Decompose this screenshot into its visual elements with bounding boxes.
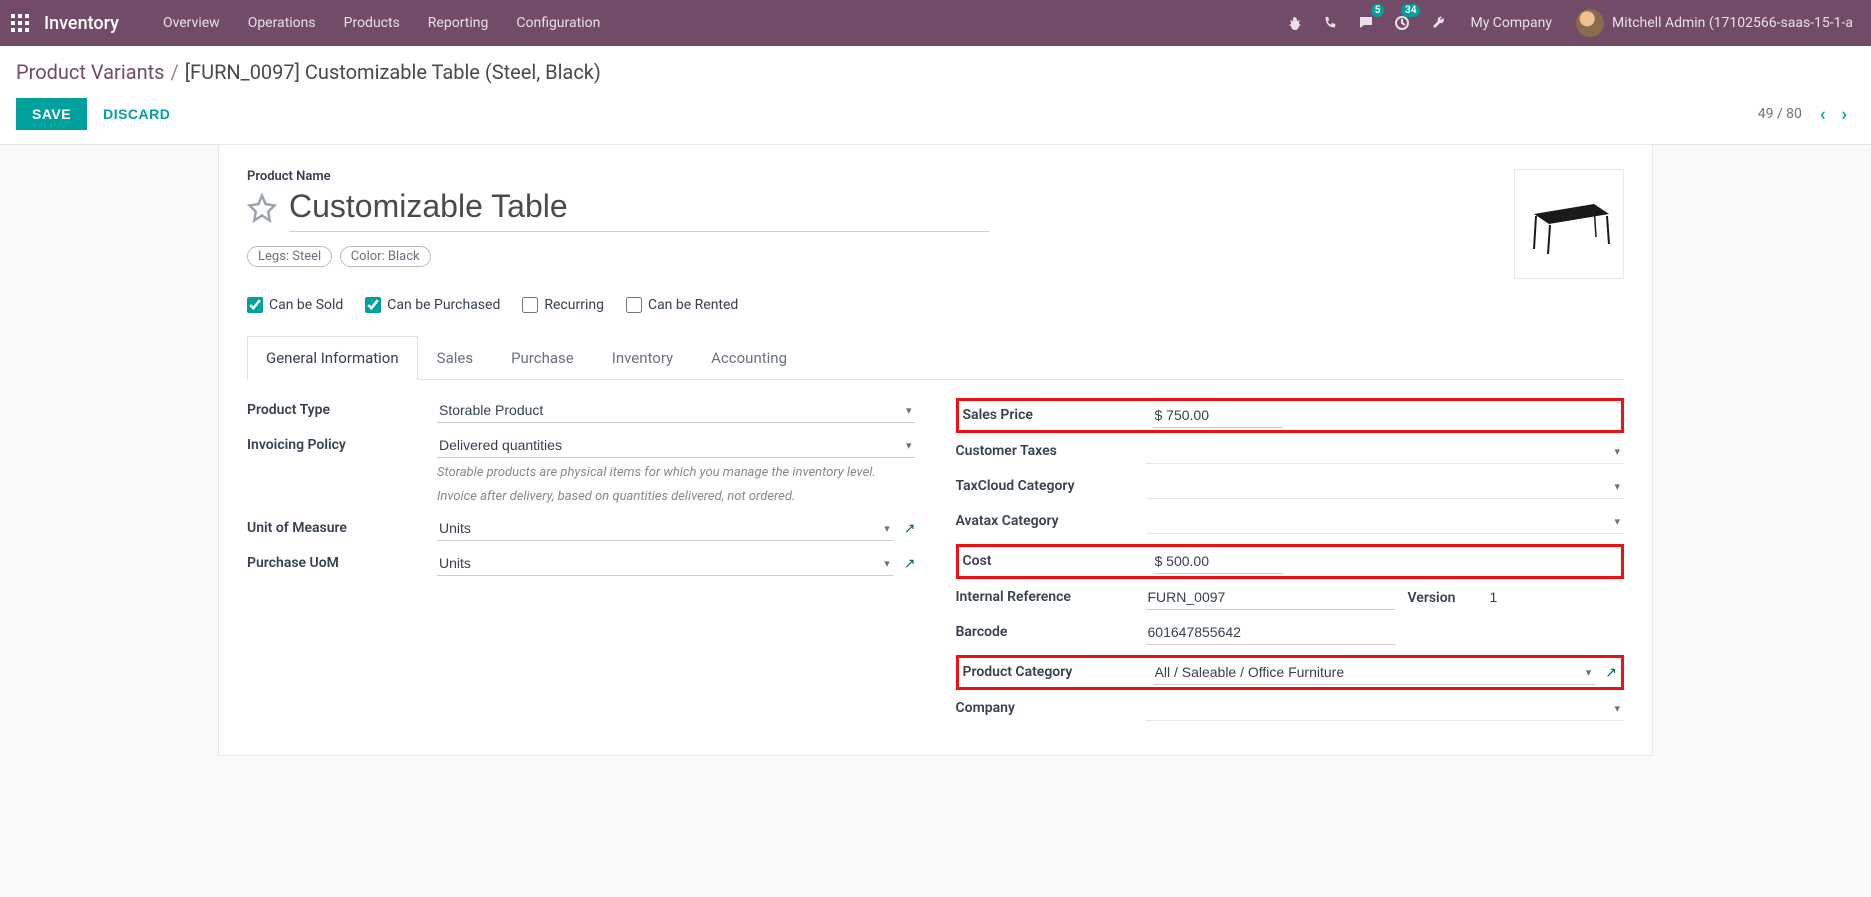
menu-products[interactable]: Products (330, 0, 414, 46)
breadcrumb-current: [FURN_0097] Customizable Table (Steel, B… (185, 60, 601, 84)
tabs: General Information Sales Purchase Inven… (247, 335, 1624, 380)
action-bar: SAVE DISCARD 49 / 80 ‹ › (0, 88, 1871, 145)
product-name-input[interactable] (289, 186, 989, 232)
messages-icon[interactable]: 5 (1348, 0, 1384, 46)
menu-operations[interactable]: Operations (234, 0, 330, 46)
discard-button[interactable]: DISCARD (87, 98, 186, 130)
company-select[interactable] (1146, 696, 1625, 721)
avatar (1576, 9, 1604, 37)
apps-icon[interactable] (8, 11, 32, 35)
save-button[interactable]: SAVE (16, 98, 87, 130)
customer-taxes-label: Customer Taxes (956, 439, 1146, 459)
barcode-input[interactable] (1146, 620, 1396, 645)
cost-label: Cost (963, 549, 1153, 569)
internal-ref-label: Internal Reference (956, 585, 1146, 605)
product-image[interactable] (1514, 169, 1624, 279)
version-input[interactable] (1488, 585, 1548, 610)
messages-badge: 5 (1371, 4, 1385, 17)
variant-tag-color[interactable]: Color: Black (340, 246, 431, 267)
tab-purchase[interactable]: Purchase (492, 336, 593, 380)
bug-icon[interactable] (1276, 0, 1312, 46)
category-external-link-icon[interactable]: ↗ (1605, 665, 1617, 681)
check-can-be-rented[interactable]: Can be Rented (626, 297, 738, 313)
menu-overview[interactable]: Overview (149, 0, 234, 46)
tab-general-information[interactable]: General Information (247, 336, 418, 380)
check-can-be-sold-input[interactable] (247, 297, 263, 313)
uom-select[interactable] (437, 516, 894, 541)
purchase-uom-label: Purchase UoM (247, 551, 437, 571)
purchase-uom-select[interactable] (437, 551, 894, 576)
menu-reporting[interactable]: Reporting (414, 0, 503, 46)
user-name: Mitchell Admin (17102566-saas-15-1-a (1612, 15, 1853, 31)
pager-count[interactable]: 49 / 80 (1758, 106, 1802, 122)
invoicing-policy-label: Invoicing Policy (247, 433, 437, 453)
uom-label: Unit of Measure (247, 516, 437, 536)
form-sheet: Product Name Legs: Steel Color: Black Ca… (218, 145, 1653, 756)
company-selector[interactable]: My Company (1456, 15, 1566, 31)
customer-taxes-select[interactable] (1146, 439, 1625, 464)
tab-accounting[interactable]: Accounting (692, 336, 806, 380)
product-category-select[interactable] (1153, 660, 1596, 685)
check-can-be-sold[interactable]: Can be Sold (247, 297, 343, 313)
barcode-label: Barcode (956, 620, 1146, 640)
pager-prev[interactable]: ‹ (1812, 100, 1834, 129)
activities-badge: 34 (1401, 4, 1420, 17)
menu-configuration[interactable]: Configuration (502, 0, 614, 46)
product-category-label: Product Category (963, 660, 1153, 680)
purchase-uom-external-link-icon[interactable]: ↗ (904, 556, 916, 572)
check-can-be-rented-input[interactable] (626, 297, 642, 313)
taxcloud-label: TaxCloud Category (956, 474, 1146, 494)
app-name[interactable]: Inventory (44, 13, 119, 34)
avatax-label: Avatax Category (956, 509, 1146, 529)
sales-price-input[interactable] (1153, 403, 1283, 428)
uom-external-link-icon[interactable]: ↗ (904, 521, 916, 537)
help-invoice: Invoice after delivery, based on quantit… (437, 488, 916, 506)
invoicing-policy-select[interactable] (437, 433, 916, 458)
tab-inventory[interactable]: Inventory (593, 336, 692, 380)
product-type-select[interactable] (437, 398, 916, 423)
topbar: Inventory Overview Operations Products R… (0, 0, 1871, 46)
tools-icon[interactable] (1420, 0, 1456, 46)
product-name-label: Product Name (247, 169, 1514, 184)
company-label: Company (956, 696, 1146, 716)
breadcrumb-sep: / (170, 60, 178, 84)
breadcrumb-parent[interactable]: Product Variants (16, 60, 164, 84)
sales-price-label: Sales Price (963, 403, 1153, 423)
pager-next[interactable]: › (1834, 100, 1855, 129)
check-recurring-input[interactable] (522, 297, 538, 313)
cost-input[interactable] (1153, 549, 1283, 574)
check-can-be-purchased[interactable]: Can be Purchased (365, 297, 500, 313)
check-can-be-purchased-input[interactable] (365, 297, 381, 313)
pager: 49 / 80 ‹ › (1758, 100, 1855, 129)
help-storable: Storable products are physical items for… (437, 464, 916, 482)
favorite-star-icon[interactable] (247, 193, 279, 225)
version-label: Version (1408, 590, 1488, 606)
internal-ref-input[interactable] (1146, 585, 1396, 610)
activities-icon[interactable]: 34 (1384, 0, 1420, 46)
taxcloud-select[interactable] (1146, 474, 1625, 499)
breadcrumb: Product Variants / [FURN_0097] Customiza… (0, 46, 1871, 88)
product-type-label: Product Type (247, 398, 437, 418)
variant-tag-legs[interactable]: Legs: Steel (247, 246, 332, 267)
user-menu[interactable]: Mitchell Admin (17102566-saas-15-1-a (1566, 9, 1863, 37)
tab-sales[interactable]: Sales (418, 336, 492, 380)
avatax-select[interactable] (1146, 509, 1625, 534)
check-recurring[interactable]: Recurring (522, 297, 604, 313)
phone-icon[interactable] (1312, 0, 1348, 46)
